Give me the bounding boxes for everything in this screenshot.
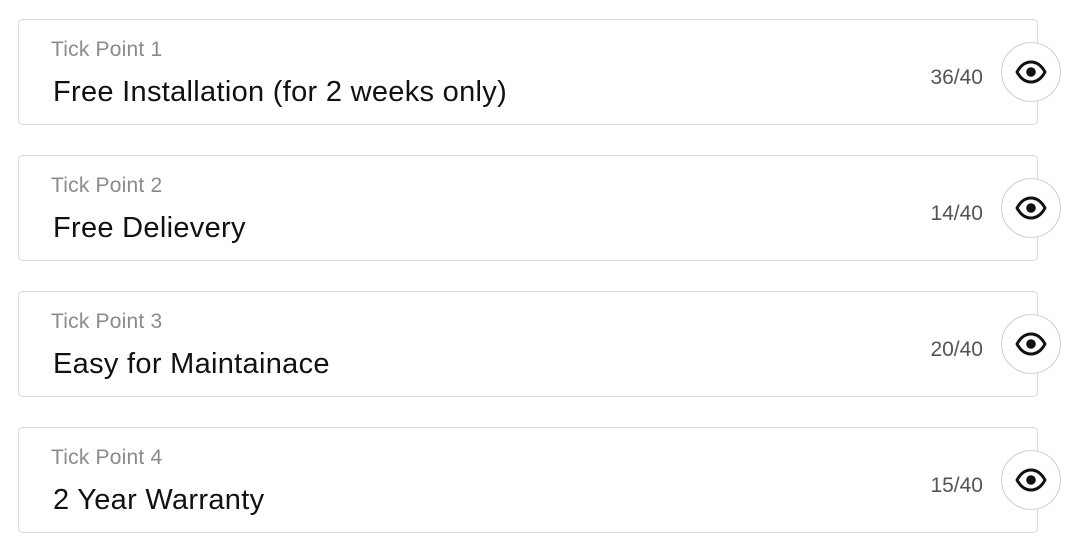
preview-button-1[interactable] <box>1001 42 1061 102</box>
tick-point-field-4[interactable]: Tick Point 4 2 Year Warranty 15/40 <box>18 427 1038 533</box>
tick-point-field-2[interactable]: Tick Point 2 Free Delievery 14/40 <box>18 155 1038 261</box>
preview-button-3[interactable] <box>1001 314 1061 374</box>
eye-icon <box>1015 332 1047 356</box>
tick-point-row-2: Tick Point 2 Free Delievery 14/40 <box>18 155 1063 263</box>
tick-point-row-3: Tick Point 3 Easy for Maintainace 20/40 <box>18 291 1063 399</box>
tick-point-list: Tick Point 1 Free Installation (for 2 we… <box>0 0 1082 560</box>
tick-point-label: Tick Point 1 <box>51 38 163 61</box>
character-count: 36/40 <box>930 66 983 89</box>
character-count: 14/40 <box>930 202 983 225</box>
eye-icon <box>1015 468 1047 492</box>
tick-point-row-4: Tick Point 4 2 Year Warranty 15/40 <box>18 427 1063 535</box>
character-count: 20/40 <box>930 338 983 361</box>
tick-point-value[interactable]: 2 Year Warranty <box>53 484 264 517</box>
tick-point-field-3[interactable]: Tick Point 3 Easy for Maintainace 20/40 <box>18 291 1038 397</box>
eye-icon <box>1015 196 1047 220</box>
eye-icon <box>1015 60 1047 84</box>
preview-button-4[interactable] <box>1001 450 1061 510</box>
tick-point-label: Tick Point 2 <box>51 174 163 197</box>
tick-point-field-1[interactable]: Tick Point 1 Free Installation (for 2 we… <box>18 19 1038 125</box>
tick-point-value[interactable]: Easy for Maintainace <box>53 348 330 381</box>
character-count: 15/40 <box>930 474 983 497</box>
tick-point-label: Tick Point 3 <box>51 310 163 333</box>
preview-button-2[interactable] <box>1001 178 1061 238</box>
tick-point-label: Tick Point 4 <box>51 446 163 469</box>
tick-point-row-1: Tick Point 1 Free Installation (for 2 we… <box>18 19 1063 127</box>
tick-point-value[interactable]: Free Installation (for 2 weeks only) <box>53 76 507 109</box>
tick-point-value[interactable]: Free Delievery <box>53 212 246 245</box>
